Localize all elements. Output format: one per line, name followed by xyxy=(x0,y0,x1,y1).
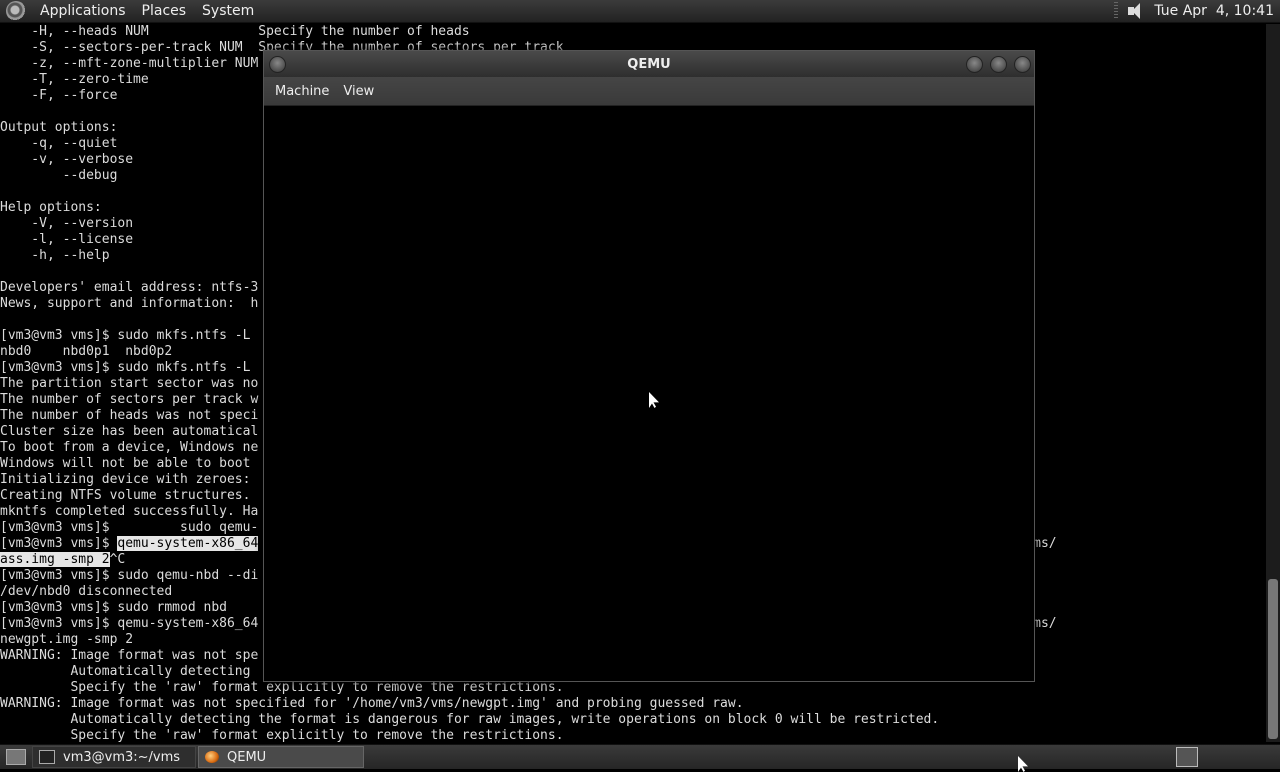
selected-text: qemu-system-x86_64 xyxy=(117,536,259,551)
task-qemu-label: QEMU xyxy=(227,749,267,765)
terminal-scrollbar[interactable] xyxy=(1266,24,1280,742)
mouse-pointer-icon xyxy=(649,392,659,408)
clock[interactable]: Tue Apr 4, 10:41 xyxy=(1154,3,1274,19)
panel-separator xyxy=(1114,2,1119,20)
qemu-window-title: QEMU xyxy=(627,56,671,72)
terminal-line: Specify the 'raw' format explicitly to r… xyxy=(0,728,564,742)
bottom-panel: vm3@vm3:~/vms QEMU xyxy=(0,744,1280,769)
terminal-line: WARNING: Image format was not specified … xyxy=(0,696,744,711)
qemu-icon xyxy=(205,751,219,763)
workspace-switcher[interactable] xyxy=(1176,747,1198,767)
top-panel: Applications Places System Tue Apr 4, 10… xyxy=(0,0,1280,23)
selected-text: ass.img -smp 2 xyxy=(0,552,110,567)
task-terminal[interactable]: vm3@vm3:~/vms xyxy=(32,746,196,768)
terminal-line: Specify the 'raw' format explicitly to r… xyxy=(0,680,564,695)
task-terminal-label: vm3@vm3:~/vms xyxy=(63,749,181,765)
minimize-button[interactable] xyxy=(966,56,983,73)
menu-applications[interactable]: Applications xyxy=(32,3,134,19)
terminal-icon xyxy=(39,750,55,764)
menu-places[interactable]: Places xyxy=(134,3,195,19)
scrollbar-thumb[interactable] xyxy=(1268,579,1278,739)
qemu-window[interactable]: QEMU Machine View xyxy=(263,50,1035,682)
menu-system[interactable]: System xyxy=(194,3,262,19)
terminal-line: Automatically detecting the format is da… xyxy=(0,712,940,727)
window-menu-button[interactable] xyxy=(269,56,286,73)
task-qemu[interactable]: QEMU xyxy=(198,746,364,768)
show-desktop-icon[interactable] xyxy=(6,749,26,765)
menu-machine[interactable]: Machine xyxy=(268,84,336,99)
terminal-line: -H, --heads NUM Specify the number of he… xyxy=(0,24,470,39)
menu-view[interactable]: View xyxy=(336,84,381,99)
close-button[interactable] xyxy=(1014,56,1031,73)
maximize-button[interactable] xyxy=(990,56,1007,73)
qemu-menubar: Machine View xyxy=(264,77,1034,106)
vm-display[interactable] xyxy=(264,106,1034,681)
distro-logo-icon[interactable] xyxy=(6,1,26,21)
qemu-titlebar[interactable]: QEMU xyxy=(264,51,1034,77)
volume-icon[interactable] xyxy=(1126,2,1146,20)
